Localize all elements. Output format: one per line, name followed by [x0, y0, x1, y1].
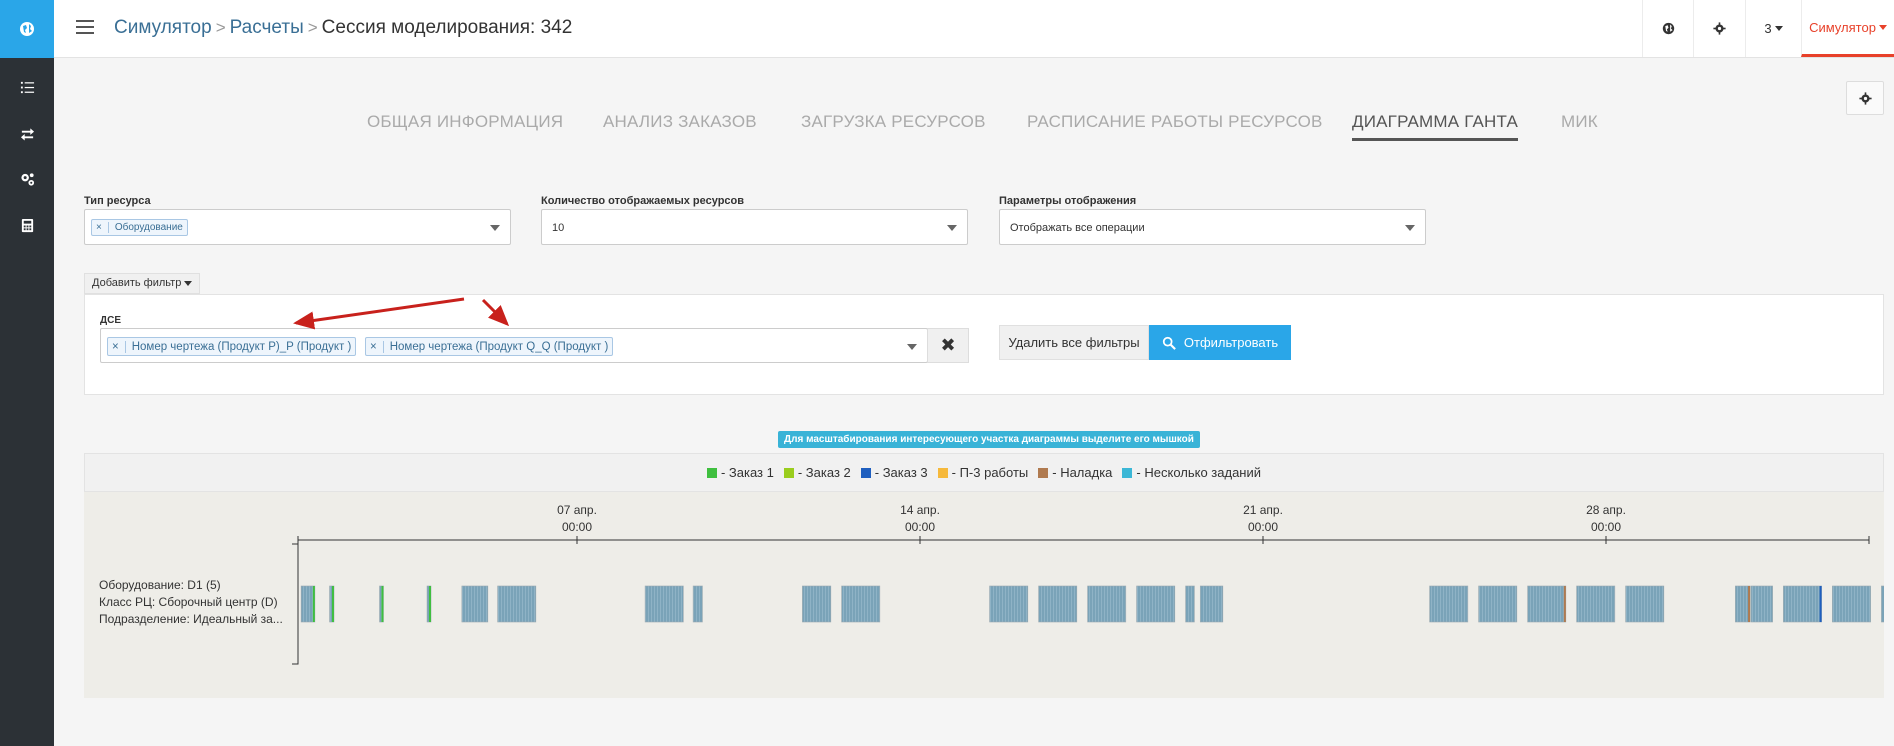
gantt-bar — [1185, 585, 1195, 623]
legend-label: - Несколько заданий — [1136, 465, 1262, 480]
gantt-bar — [644, 585, 684, 623]
gantt-tick-time: 00:00 — [905, 520, 935, 534]
gantt-bar — [1576, 585, 1616, 623]
gantt-bar — [692, 585, 703, 623]
legend-label: - Наладка — [1052, 465, 1113, 480]
legend-label: - Заказ 2 — [797, 465, 851, 480]
gantt-tick-date: 14 апр. — [900, 503, 940, 517]
gantt-bar — [1478, 585, 1518, 623]
legend-item: - П-3 работы — [937, 465, 1029, 480]
gantt-bar — [300, 585, 316, 623]
legend-swatch — [706, 467, 717, 478]
annotation-arrow — [293, 297, 465, 330]
gantt-bar-edge — [312, 586, 315, 622]
gantt-bar — [989, 585, 1029, 623]
gantt-bar — [1735, 585, 1751, 623]
gantt-bar-edge — [381, 586, 384, 622]
gantt-tick-date: 28 апр. — [1586, 503, 1626, 517]
gantt-bar-edge — [1819, 586, 1822, 622]
gantt-bar — [1832, 585, 1871, 623]
gantt-bar-edge — [1563, 586, 1566, 622]
gantt-tick-time: 00:00 — [562, 520, 592, 534]
gantt-legend: - Заказ 1 - Заказ 2 - Заказ 3 - П-3 работы -… — [84, 453, 1884, 492]
zoom-hint-badge: Для масштабирования интересующего участк… — [778, 431, 1200, 448]
legend-swatch — [783, 467, 794, 478]
legend-item: - Заказ 2 — [783, 465, 851, 480]
annotation-arrow — [481, 298, 510, 327]
legend-item: - Заказ 1 — [706, 465, 774, 480]
legend-swatch — [1122, 467, 1133, 478]
gantt-bar — [497, 585, 537, 623]
gantt-chart[interactable]: 07 апр. 00:00 14 апр. 00:00 21 апр. 00:00 28 а… — [84, 492, 1884, 698]
gantt-row-label-line3: Подразделение: Идеальный за... — [99, 612, 283, 626]
legend-item: - Заказ 3 — [860, 465, 928, 480]
gantt-bar — [1527, 585, 1567, 623]
gantt-bar-edge — [428, 586, 431, 622]
legend-item: - Несколько заданий — [1122, 465, 1261, 480]
gantt-bar — [1087, 585, 1127, 623]
gantt-bar — [1783, 585, 1822, 623]
legend-item: - Наладка — [1038, 465, 1112, 480]
gantt-tick-time: 00:00 — [1248, 520, 1278, 534]
legend-label: - Заказ 1 — [720, 465, 774, 480]
legend-swatch — [860, 467, 871, 478]
gantt-svg: 07 апр. 00:00 14 апр. 00:00 21 апр. 00:00 28 а… — [292, 503, 1884, 665]
gantt-tick-time: 00:00 — [1591, 520, 1621, 534]
legend-swatch — [1038, 467, 1049, 478]
legend-swatch — [937, 467, 948, 478]
gantt-bar — [1199, 585, 1224, 623]
gantt-bar — [802, 585, 832, 623]
gantt-bar — [841, 585, 881, 623]
gantt-bar — [1429, 585, 1469, 623]
gantt-bar — [1750, 585, 1773, 623]
gantt-bar — [461, 585, 489, 623]
gantt-tick-date: 07 апр. — [557, 503, 597, 517]
gantt-bar-edge — [331, 586, 334, 622]
gantt-row-label-line2: Класс РЦ: Сборочный центр (D) — [99, 595, 278, 609]
gantt-bar — [1136, 585, 1176, 623]
gantt-bar — [1038, 585, 1078, 623]
gantt-bar — [1625, 585, 1665, 623]
gantt-bar — [1881, 585, 1884, 623]
gantt-row-label-line1: Оборудование: D1 (5) — [99, 578, 221, 592]
gantt-row-bracket — [292, 543, 299, 665]
legend-label: - П-3 работы — [951, 465, 1029, 480]
legend-label: - Заказ 3 — [874, 465, 928, 480]
gantt-bar-edge — [1748, 586, 1751, 622]
gantt-tick-date: 21 апр. — [1243, 503, 1283, 517]
